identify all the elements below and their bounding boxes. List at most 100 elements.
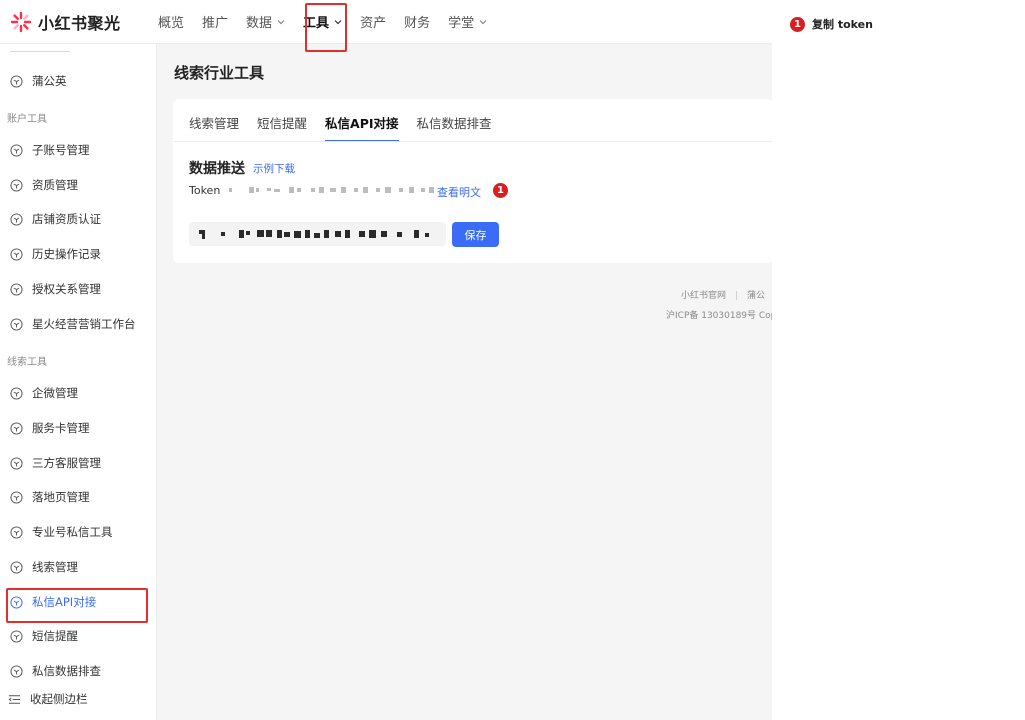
footer-link-second[interactable]: 蒲公: [747, 291, 765, 301]
tab-divider: [173, 141, 772, 142]
example-download-link[interactable]: 示例下载: [253, 161, 295, 176]
nav-menu: 概览 推广 数据 工具 资产 财务 学堂: [158, 0, 505, 44]
footer-link-official[interactable]: 小红书官网: [681, 291, 726, 301]
token-masked-value: [229, 187, 434, 193]
cube-icon: [10, 247, 23, 261]
sidebar-item-pugongying[interactable]: 蒲公英: [0, 67, 156, 95]
sidebar-item-subaccount[interactable]: 子账号管理: [0, 136, 156, 164]
sidebar-item-label: 落地页管理: [32, 490, 90, 504]
step-badge: 1: [790, 16, 805, 32]
tab-leads-management[interactable]: 线索管理: [189, 113, 239, 141]
sidebar-item-label: 专业号私信工具: [32, 525, 113, 539]
logo[interactable]: 小红书聚光: [0, 0, 158, 44]
cube-icon: [10, 421, 23, 435]
sidebar-item-label: 历史操作记录: [32, 247, 101, 261]
sidebar-item-label: 蒲公英: [32, 74, 67, 88]
sidebar-item-label: 店铺资质认证: [32, 212, 101, 226]
sidebar-item-service-card[interactable]: 服务卡管理: [0, 414, 156, 442]
footer-icp: 沪ICP备 13030189号 Cop: [666, 311, 772, 321]
cube-icon: [10, 456, 23, 470]
chevron-down-icon: [479, 19, 487, 24]
nav-item-promotion[interactable]: 推广: [202, 0, 228, 44]
sidebar-item-label: 星火经营营销工作台: [32, 317, 136, 331]
view-plaintext-link[interactable]: 查看明文: [437, 184, 481, 200]
sidebar-item-third-party-cs[interactable]: 三方客服管理: [0, 449, 156, 477]
nav-item-tools[interactable]: 工具: [303, 0, 342, 44]
cube-icon: [10, 317, 23, 331]
step-badge: 1: [493, 183, 508, 198]
sidebar-item-dm-data-check[interactable]: 私信数据排查: [0, 657, 156, 685]
nav-label: 推广: [202, 16, 229, 31]
cube-icon: [10, 629, 23, 643]
collapse-sidebar-icon: [8, 694, 21, 704]
annotation-note: 1 复制 token: [790, 16, 873, 32]
chevron-down-icon: [334, 19, 342, 24]
section-title: 数据推送: [189, 161, 245, 177]
sidebar-item-store-cert[interactable]: 店铺资质认证: [0, 205, 156, 233]
sidebar-item-label: 授权关系管理: [32, 282, 101, 296]
sidebar-section-leads: 线索工具: [7, 357, 47, 368]
nav-item-data[interactable]: 数据: [246, 0, 285, 44]
cube-icon: [10, 143, 23, 157]
sidebar-item-pro-dm-tool[interactable]: 专业号私信工具: [0, 518, 156, 546]
nav-label: 数据: [246, 16, 273, 31]
sidebar-item-label: 线索管理: [32, 560, 78, 574]
sidebar-item-dm-api[interactable]: 私信API对接: [0, 588, 156, 616]
cube-icon: [10, 178, 23, 192]
app-name: 小红书聚光: [38, 13, 121, 33]
nav-label: 概览: [158, 16, 185, 31]
token-input[interactable]: [189, 222, 446, 246]
content-card: 线索管理 短信提醒 私信API对接 私信数据排查 数据推送 示例下载 Token: [173, 99, 772, 263]
sidebar-item-spark-workbench[interactable]: 星火经营营销工作台: [0, 310, 156, 338]
sidebar-collapse-button[interactable]: 收起侧边栏: [0, 684, 156, 714]
sidebar-item-wecom[interactable]: 企微管理: [0, 379, 156, 407]
tab-bar: 线索管理 短信提醒 私信API对接 私信数据排查: [189, 99, 510, 142]
top-nav: 小红书聚光 概览 推广 数据 工具 资产 财务 学堂: [0, 0, 772, 44]
app-frame: 小红书聚光 概览 推广 数据 工具 资产 财务 学堂 蒲公英 账户工具 子账号管…: [0, 0, 772, 720]
nav-item-assets[interactable]: 资产: [360, 0, 386, 44]
sidebar-item-label: 企微管理: [32, 386, 78, 400]
nav-label: 财务: [404, 16, 431, 31]
cube-icon: [10, 560, 23, 574]
page-title: 线索行业工具: [174, 64, 265, 82]
sidebar-item-label: 子账号管理: [32, 143, 90, 157]
token-input-masked-value: [199, 230, 429, 239]
cube-icon: [10, 74, 23, 88]
sidebar-item-label: 服务卡管理: [32, 421, 90, 435]
nav-item-overview[interactable]: 概览: [158, 0, 184, 44]
sidebar-truncated-item: [10, 44, 70, 52]
sidebar-item-label: 资质管理: [32, 178, 78, 192]
cube-icon: [10, 595, 23, 609]
cube-icon: [10, 525, 23, 539]
tab-dm-api[interactable]: 私信API对接: [325, 113, 399, 142]
sidebar-item-qualification[interactable]: 资质管理: [0, 171, 156, 199]
sidebar-item-history[interactable]: 历史操作记录: [0, 240, 156, 268]
sidebar-item-sms-reminder[interactable]: 短信提醒: [0, 622, 156, 650]
sidebar-item-label: 私信数据排查: [32, 664, 101, 678]
logo-icon: [10, 11, 32, 32]
cube-icon: [10, 282, 23, 296]
sidebar-item-label: 私信API对接: [32, 595, 97, 609]
token-label: Token: [189, 184, 221, 197]
chevron-down-icon: [277, 19, 285, 24]
save-button[interactable]: 保存: [452, 222, 499, 247]
footer-separator: [736, 291, 738, 300]
nav-label: 工具: [303, 16, 330, 31]
cube-icon: [10, 212, 23, 226]
cube-icon: [10, 664, 23, 678]
sidebar-item-landing-page[interactable]: 落地页管理: [0, 483, 156, 511]
sidebar-collapse-label: 收起侧边栏: [30, 692, 88, 706]
nav-item-finance[interactable]: 财务: [404, 0, 430, 44]
sidebar-item-label: 三方客服管理: [32, 456, 101, 470]
tab-dm-data-check[interactable]: 私信数据排查: [417, 113, 492, 141]
tab-sms-reminder[interactable]: 短信提醒: [257, 113, 307, 141]
footer-links: 小红书官网 蒲公: [681, 288, 765, 301]
annotation-text: 复制 token: [812, 18, 873, 31]
sidebar-item-label: 短信提醒: [32, 629, 78, 643]
sidebar-item-leads-management[interactable]: 线索管理: [0, 553, 156, 581]
nav-label: 学堂: [448, 16, 475, 31]
nav-item-academy[interactable]: 学堂: [448, 0, 487, 44]
sidebar-item-authorization[interactable]: 授权关系管理: [0, 275, 156, 303]
cube-icon: [10, 386, 23, 400]
sidebar: 蒲公英 账户工具 子账号管理 资质管理 店铺资质认证 历史操作记录 授权关系管理…: [0, 44, 157, 720]
